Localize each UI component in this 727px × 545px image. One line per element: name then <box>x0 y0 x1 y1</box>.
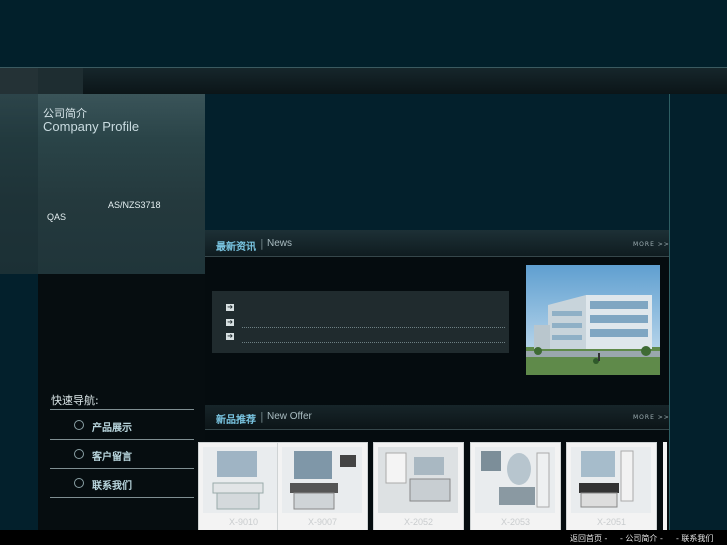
profile-qas: QAS <box>47 212 67 222</box>
news-item-divider <box>242 342 505 343</box>
top-banner <box>0 0 727 67</box>
product-image <box>475 447 555 513</box>
nav-strip <box>0 68 727 94</box>
product-code: X-2052 <box>403 517 434 527</box>
offer-title-separator: | <box>260 410 264 423</box>
news-more-link[interactable]: MORE >> <box>633 241 670 248</box>
footer-link-profile[interactable]: - 公司简介 - <box>620 533 663 544</box>
news-subtitle: News <box>267 238 293 249</box>
quick-nav-divider <box>50 409 194 410</box>
footer-link-home[interactable]: 返回首页 - <box>570 533 607 544</box>
quick-nav-item-messages[interactable]: 客户留言 <box>92 448 132 463</box>
product-image <box>378 447 458 513</box>
product-image <box>203 447 283 513</box>
profile-certification: AS/NZS3718 <box>108 200 161 210</box>
product-card-partial <box>663 442 667 530</box>
product-card[interactable]: X-2052 <box>373 442 464 532</box>
quick-nav-divider <box>50 439 194 440</box>
quick-nav-item-products[interactable]: 产品展示 <box>92 419 132 434</box>
product-image <box>571 447 651 513</box>
nav-tab-second <box>38 68 83 94</box>
main-top-area <box>205 94 669 224</box>
circle-bullet-icon <box>74 420 84 430</box>
product-code: X-9007 <box>307 517 338 527</box>
product-card[interactable]: X-9010 <box>198 442 289 532</box>
product-code: X-2051 <box>596 517 627 527</box>
product-card[interactable]: X-2053 <box>470 442 561 532</box>
circle-bullet-icon <box>74 449 84 459</box>
profile-panel-edge <box>0 94 38 274</box>
arrow-right-icon: ➜ <box>226 303 234 311</box>
footer-link-contact[interactable]: - 联系我们 <box>676 533 713 544</box>
offer-title: 新品推荐 <box>216 415 256 426</box>
offer-subtitle: New Offer <box>267 411 312 422</box>
product-image <box>282 447 362 513</box>
arrow-right-icon: ➜ <box>226 332 234 340</box>
quick-nav-item-contact[interactable]: 联系我们 <box>92 477 132 492</box>
quick-nav-divider <box>50 468 194 469</box>
news-title-separator: | <box>260 237 264 250</box>
footer-bar <box>0 530 727 545</box>
news-title: 最新资讯 <box>216 242 256 253</box>
product-code: X-2053 <box>500 517 531 527</box>
arrow-right-icon: ➜ <box>226 318 234 326</box>
news-item-divider <box>242 327 505 328</box>
product-card[interactable]: X-9007 <box>277 442 368 532</box>
circle-bullet-icon <box>74 478 84 488</box>
offer-more-link[interactable]: MORE >> <box>633 414 670 421</box>
main-right-border <box>669 94 670 530</box>
product-card[interactable]: X-2051 <box>566 442 657 532</box>
news-list <box>212 291 509 353</box>
quick-nav-divider <box>50 497 194 498</box>
nav-tab-left <box>0 68 38 94</box>
profile-subtitle: Company Profile <box>43 119 140 134</box>
product-code: X-9010 <box>228 517 259 527</box>
company-building-photo[interactable] <box>526 265 660 375</box>
quick-nav-title: 快速导航: <box>51 394 99 407</box>
